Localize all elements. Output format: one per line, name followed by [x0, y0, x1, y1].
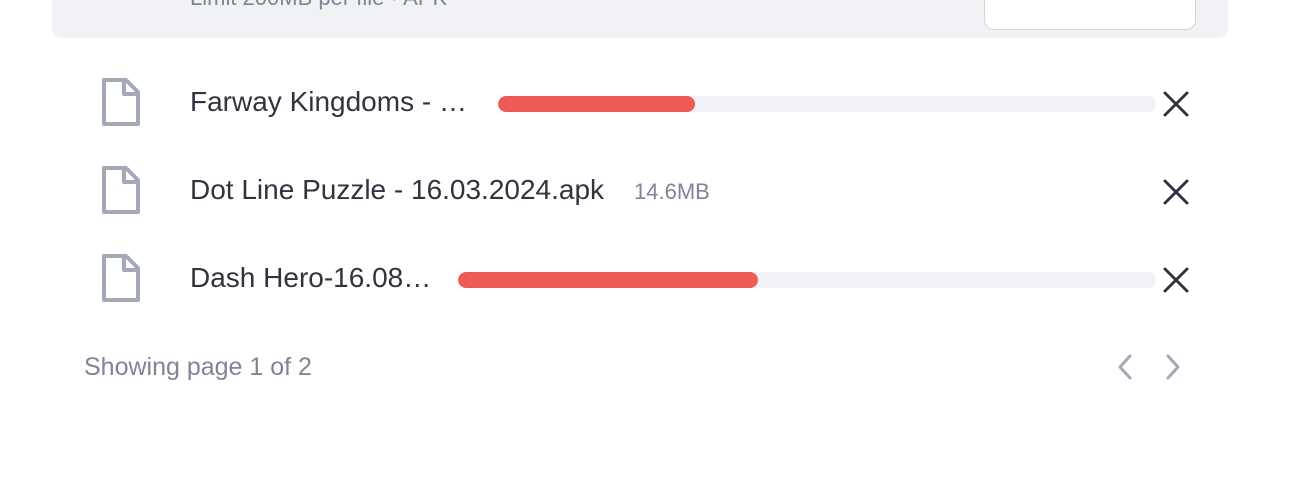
file-icon	[96, 252, 146, 304]
uploaded-file-row: Farway Kingdoms - …	[96, 76, 1196, 128]
close-icon	[1163, 267, 1189, 293]
upload-progress-bar	[498, 96, 1156, 112]
next-page-button[interactable]	[1158, 350, 1188, 384]
upload-progress-bar	[458, 272, 1156, 288]
file-icon	[96, 76, 146, 128]
remove-file-button[interactable]	[1160, 88, 1192, 120]
file-size: 14.6MB	[634, 179, 710, 204]
browse-files-button[interactable]	[984, 0, 1196, 30]
upload-progress-fill	[498, 96, 696, 112]
remove-file-button[interactable]	[1160, 264, 1192, 296]
close-icon	[1163, 91, 1189, 117]
upload-limit-hint: Limit 200MB per file • APK	[190, 0, 447, 10]
previous-page-button[interactable]	[1110, 350, 1140, 384]
file-name: Dash Hero-16.08…	[190, 262, 432, 293]
remove-file-button[interactable]	[1160, 176, 1192, 208]
uploaded-file-row: Dot Line Puzzle - 16.03.2024.apk 14.6MB	[96, 164, 1196, 216]
close-icon	[1163, 179, 1189, 205]
chevron-left-icon	[1118, 354, 1132, 380]
file-icon	[96, 164, 146, 216]
chevron-right-icon	[1166, 354, 1180, 380]
file-name: Farway Kingdoms - …	[190, 86, 467, 117]
upload-progress-fill	[458, 272, 759, 288]
file-dropzone[interactable]: Limit 200MB per file • APK	[52, 0, 1228, 38]
pagination-label: Showing page 1 of 2	[84, 353, 312, 381]
uploaded-file-row: Dash Hero-16.08…	[96, 252, 1196, 304]
file-name: Dot Line Puzzle - 16.03.2024.apk	[190, 174, 605, 205]
